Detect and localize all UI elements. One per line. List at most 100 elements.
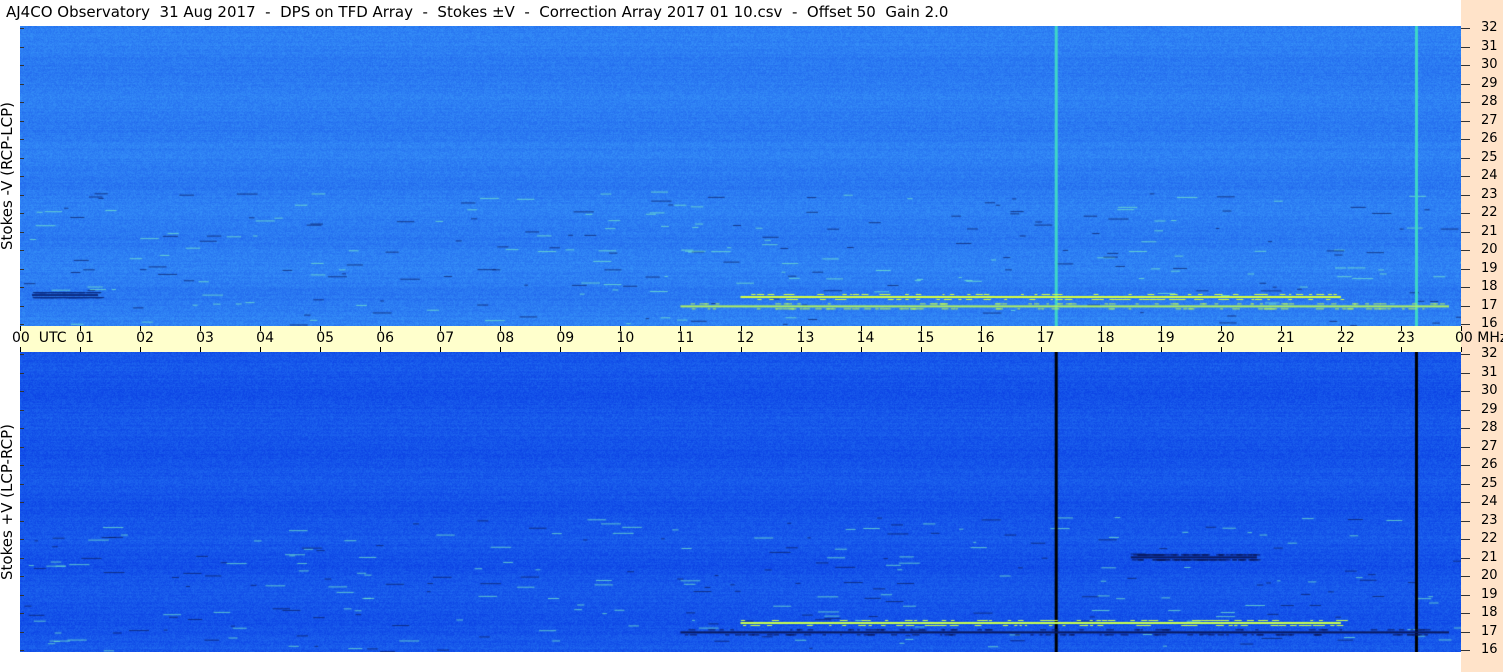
frequency-tick-mark [1461,157,1470,159]
frequency-tick-mark [1461,287,1470,288]
frequency-tick-label: 25 [1481,475,1498,491]
frequency-tick-mark-left [20,65,24,66]
chart-title: AJ4CO Observatory 31 Aug 2017 - DPS on T… [6,3,949,21]
time-tick-label: 00 MHz [1455,330,1503,346]
y-axis-label-lcp-rcp: Stokes +V (LCP-RCP) [0,424,16,580]
frequency-tick-label: 23 [1481,186,1498,202]
frequency-tick-label: 18 [1481,605,1498,620]
frequency-tick-label: 27 [1481,438,1498,454]
frequency-tick-mark-left [20,268,24,270]
frequency-tick-mark [1461,650,1470,651]
frequency-tick-label: 27 [1481,112,1498,128]
frequency-tick-mark-left [20,502,24,503]
frequency-tick-label: 24 [1481,494,1498,509]
time-tick-mark [140,326,142,331]
frequency-tick-mark-left [20,409,24,411]
frequency-tick-mark-left [20,83,24,85]
frequency-tick-mark-left [20,324,24,325]
time-tick-mark [560,326,562,331]
frequency-tick-label: 29 [1481,401,1498,417]
frequency-tick-mark-left [20,287,24,288]
time-tick-mark [500,326,502,331]
frequency-tick-mark [1461,428,1470,429]
frequency-tick-mark [1461,594,1470,596]
time-tick-label: 20 [1216,330,1235,346]
frequency-tick-mark [1461,213,1470,214]
frequency-tick-mark [1461,502,1470,503]
time-tick-mark [680,326,682,331]
frequency-tick-mark-left [20,28,24,29]
frequency-tick-mark-left [20,465,24,466]
time-tick-mark [260,326,262,331]
time-tick-mark [920,326,922,331]
frequency-tick-label: 18 [1481,279,1498,294]
frequency-tick-mark [1461,613,1470,614]
time-tick-label: 23 [1396,330,1415,346]
frequency-tick-label: 22 [1481,531,1498,546]
frequency-tick-mark [1461,46,1470,48]
frequency-tick-mark [1461,631,1470,633]
frequency-tick-label: 23 [1481,512,1498,528]
time-tick-mark [20,326,21,331]
time-tick-label: 18 [1096,330,1115,346]
frequency-tick-mark-left [20,157,24,159]
frequency-tick-mark-left [20,539,24,540]
spectrogram-canvas-rcp-lcp [20,26,1461,326]
time-tick-label: 21 [1276,330,1295,346]
frequency-tick-label: 21 [1481,549,1498,565]
frequency-tick-mark [1461,372,1470,374]
frequency-tick-label: 20 [1481,242,1498,257]
frequency-tick-mark-left [20,102,24,103]
frequency-tick-mark [1461,520,1470,522]
frequency-tick-mark [1461,120,1470,122]
frequency-tick-label: 20 [1481,568,1498,583]
time-tick-label: 11 [676,330,695,346]
frequency-tick-mark [1461,391,1470,392]
time-tick-label: 16 [976,330,995,346]
time-tick-mark [80,326,82,331]
frequency-tick-label: 24 [1481,168,1498,183]
time-tick-mark [1280,326,1282,331]
frequency-tick-mark [1461,483,1470,485]
frequency-tick-mark-left [20,231,24,233]
frequency-tick-mark [1461,557,1470,559]
frequency-tick-mark [1461,539,1470,540]
time-tick-label: 14 [856,330,875,346]
frequency-tick-label: 30 [1481,383,1498,398]
frequency-tick-label: 17 [1481,297,1498,313]
frequency-tick-mark [1461,305,1470,307]
frequency-tick-mark [1461,28,1470,29]
frequency-tick-mark [1461,65,1470,66]
frequency-tick-label: 30 [1481,57,1498,72]
frequency-tick-label: 22 [1481,205,1498,220]
y-axis-label-rcp-lcp: Stokes -V (RCP-LCP) [0,102,16,250]
frequency-tick-mark-left [20,483,24,485]
frequency-tick-mark-left [20,305,24,307]
frequency-tick-label: 32 [1481,20,1498,35]
time-tick-mark [380,326,382,331]
time-tick-mark [800,326,802,331]
frequency-tick-label: 31 [1481,38,1498,54]
frequency-tick-mark-left [20,354,24,355]
time-tick-mark [440,326,442,331]
frequency-tick-mark [1461,324,1470,325]
frequency-tick-mark [1461,576,1470,577]
frequency-tick-mark [1461,176,1470,177]
time-tick-mark [1220,326,1222,331]
frequency-tick-mark-left [20,213,24,214]
frequency-tick-mark [1461,354,1470,355]
frequency-tick-mark [1461,194,1470,196]
frequency-tick-mark-left [20,650,24,651]
time-tick-label: 01 [76,330,94,346]
time-tick-mark [1040,326,1042,331]
time-tick-mark [620,326,622,331]
frequency-tick-mark-left [20,446,24,448]
frequency-tick-label: 28 [1481,420,1498,435]
frequency-tick-mark-left [20,372,24,374]
time-tick-label: 08 [496,330,515,346]
frequency-tick-mark-left [20,120,24,122]
time-tick-mark [1461,326,1462,331]
time-tick-mark [980,326,982,331]
time-tick-label: 07 [436,330,455,346]
frequency-tick-mark-left [20,139,24,140]
